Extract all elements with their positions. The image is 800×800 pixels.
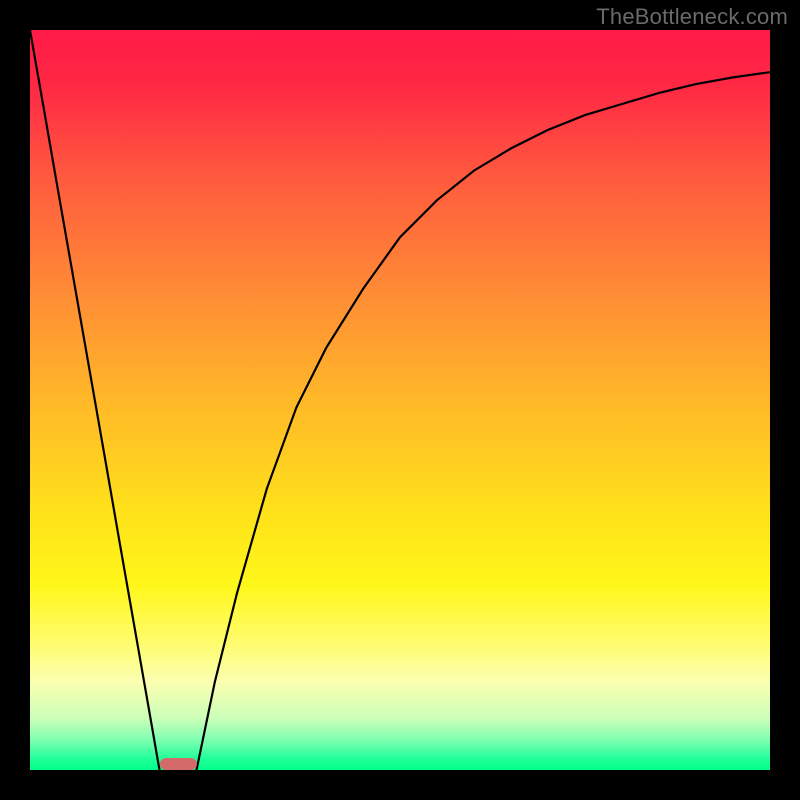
chart-frame: TheBottleneck.com xyxy=(0,0,800,800)
optimum-marker xyxy=(160,758,197,770)
watermark-text: TheBottleneck.com xyxy=(596,4,788,30)
bottleneck-curve xyxy=(30,30,770,770)
plot-area xyxy=(30,30,770,770)
